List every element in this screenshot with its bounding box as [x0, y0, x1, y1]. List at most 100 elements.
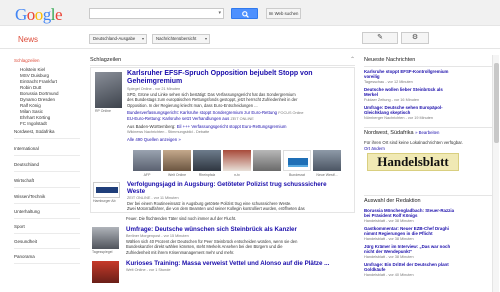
snippet-line: Zwei Motorradfahrer, die von dem Beamten…: [127, 206, 305, 212]
story-thumbnail[interactable]: [95, 72, 122, 108]
view-select[interactable]: Nachrichtenübersicht ▾: [152, 34, 210, 44]
editor-link-cont[interactable]: nimmt Regierungen in die Pflicht: [364, 231, 433, 236]
top-bar: Google ▾ Im Web suchen: [0, 0, 500, 26]
search-button[interactable]: [231, 8, 258, 19]
snippet-line: Feuer. Die flüchtenden Täter sind noch i…: [126, 216, 237, 221]
sidebar-divider: [14, 203, 80, 204]
sidebar-item[interactable]: Wissen/Technik: [14, 194, 45, 199]
sidebar-item[interactable]: FC Ingolstadt: [20, 121, 47, 126]
scrollbar-thumb[interactable]: [494, 63, 499, 143]
logo-letter: g: [42, 5, 52, 24]
edition-select[interactable]: Deutschland-Ausgabe ▾: [89, 34, 147, 44]
latest-news-source: Tagesschau - vor 12 Minuten: [364, 80, 413, 84]
sidebar-item[interactable]: Holstein Kiel: [20, 67, 45, 72]
story-headline[interactable]: Umfrage: Deutsche wünschen sich Steinbrü…: [126, 226, 297, 233]
strip-image[interactable]: [133, 150, 161, 171]
sidebar-item[interactable]: Deutschland: [14, 162, 39, 167]
handelsblatt-logo[interactable]: Handelsblatt: [367, 153, 459, 171]
strip-image[interactable]: [313, 150, 341, 171]
editor-link-cont[interactable]: nicht der Wendepunkt“: [364, 249, 412, 254]
editor-link-cont[interactable]: bei Präsident Rolf Königs: [364, 213, 417, 218]
region-heading: Nordwest, Südafrika » Bearbeiten: [364, 130, 439, 136]
strip-image[interactable]: [193, 150, 221, 171]
related-source: FOCUS Online: [278, 111, 304, 115]
regional-article[interactable]: Aus Baden-Württemberg: Eil +++ Verfassun…: [127, 124, 286, 129]
latest-news-link-cont[interactable]: Gleichklang skeptisch: [364, 110, 410, 115]
related-article[interactable]: Bundesverfassungsgericht: Karlsruhe stop…: [127, 110, 304, 115]
strip-caption: Bundesrat: [289, 173, 305, 177]
story-headline-cont[interactable]: Geheimgremium: [127, 78, 182, 85]
region-edit-link[interactable]: » Bearbeiten: [415, 130, 439, 135]
search-input[interactable]: ▾: [89, 8, 224, 19]
sidebar-item[interactable]: MSV Duisburg: [20, 73, 49, 78]
related-link[interactable]: EU-Euro-Rettung: Karlsruhe setzt Verhand…: [127, 116, 229, 121]
sidebar-divider: [14, 187, 80, 188]
sidebar-item[interactable]: Wirtschaft: [14, 178, 34, 183]
strip-caption: Neue Westf...: [316, 173, 338, 177]
sidebar-item[interactable]: Ehrhart Körting: [20, 115, 50, 120]
story-headline[interactable]: Verfolgungsjagd in Augsburg: Getöteter P…: [127, 181, 327, 188]
page-scrollbar[interactable]: [492, 55, 499, 292]
latest-news-link-cont[interactable]: voreilig: [364, 74, 380, 79]
story-source: Welt Online - vor 1 Stunde: [126, 268, 171, 272]
chevron-down-icon: ▾: [141, 36, 144, 41]
sidebar-divider: [14, 171, 80, 172]
story-headline-cont[interactable]: Weste: [127, 188, 145, 195]
story-thumbnail[interactable]: [93, 182, 120, 198]
sidebar-item[interactable]: Panorama: [14, 254, 35, 259]
strip-caption: AFP: [143, 173, 151, 177]
chevron-up-icon[interactable]: ⌃: [350, 55, 355, 66]
story-snippet: SPD, Grüne und Linke sehen sich bestätig…: [127, 92, 353, 108]
sidebar-item[interactable]: Borussia Dortmund: [20, 91, 59, 96]
story-thumbnail[interactable]: [92, 227, 119, 249]
web-search-button[interactable]: Im Web suchen: [266, 8, 301, 19]
thumbnail-caption: RP Online: [95, 109, 111, 113]
sidebar-item[interactable]: International: [14, 146, 39, 151]
related-article[interactable]: EU-Euro-Rettung: Karlsruhe setzt Verhand…: [127, 116, 254, 121]
page-title[interactable]: News: [18, 35, 38, 44]
sidebar-item[interactable]: Dynamo Dresden: [20, 97, 55, 102]
change-location-link[interactable]: Ort ändern: [364, 146, 385, 151]
related-link[interactable]: Bundesverfassungsgericht: Karlsruhe stop…: [127, 110, 277, 115]
story-source: Berliner Morgenpost - vor 15 Minuten: [126, 234, 189, 238]
sidebar-item[interactable]: Schlagzeilen: [14, 58, 40, 63]
sidebar-divider: [14, 138, 80, 139]
sidebar-item[interactable]: Eintracht Frankfurt: [20, 79, 57, 84]
sidebar-item[interactable]: Unterhaltung: [14, 209, 40, 214]
story-headline[interactable]: Kurioses Training: Massa verweist Vettel…: [126, 260, 329, 267]
logo-letter: o: [26, 5, 36, 24]
csu-logo-image[interactable]: [283, 150, 311, 171]
sidebar-item[interactable]: Gesundheit: [14, 239, 37, 244]
latest-news-source: Nürnberger Nachrichten - vor 19 Minuten: [364, 116, 434, 120]
editors-pick-heading: Auswahl der Redaktion: [364, 198, 421, 204]
sidebar-item[interactable]: Robin Dutt: [20, 85, 41, 90]
sidebar-divider: [14, 248, 80, 249]
logo-letter: o: [34, 5, 44, 24]
edit-button[interactable]: ✎: [362, 32, 398, 44]
sidebar-item[interactable]: Sport: [14, 224, 25, 229]
region-message: Für ihren Ort sind keine Lokalnachrichte…: [364, 140, 463, 145]
story-headline[interactable]: Karlsruher EFSF-Spruch Opposition bejube…: [127, 70, 313, 77]
editor-link-cont[interactable]: Goldkäufe: [364, 267, 385, 272]
google-logo[interactable]: Google: [15, 5, 63, 25]
sidebar-item[interactable]: Ralf König: [20, 103, 41, 108]
top-story: RP Online Karlsruher EFSF-Spruch Opposit…: [90, 67, 355, 213]
latest-news-link-cont[interactable]: Merkel: [364, 92, 378, 97]
regional-link[interactable]: Eil +++ Verfassungsgericht stoppt Euro-R…: [177, 124, 287, 129]
regional-source: Wikinews Nachrichten - Stimmungsbild - D…: [127, 130, 210, 134]
editor-source: Handelsblatt - vor 38 Minuten: [364, 237, 414, 241]
sidebar-item[interactable]: Milan Sasic: [20, 109, 43, 114]
story-thumbnail[interactable]: [92, 261, 119, 283]
strip-image[interactable]: [223, 150, 251, 171]
sidebar-item[interactable]: Nordwest, Südafrika: [14, 129, 55, 134]
all-sources-link[interactable]: Alle 490 Quellen anzeigen »: [127, 137, 181, 142]
divider: [364, 127, 492, 128]
strip-image[interactable]: [253, 150, 281, 171]
story-snippet-cont: Feuer. Die flüchtenden Täter sind noch i…: [126, 216, 352, 221]
logo-graphic: [288, 158, 308, 167]
regional-label: Aus Baden-Württemberg:: [127, 124, 176, 129]
dropdown-arrow-icon[interactable]: ▾: [218, 10, 221, 16]
strip-image[interactable]: [163, 150, 191, 171]
editor-source: Handelsblatt - vor 38 Minuten: [364, 255, 414, 259]
settings-button[interactable]: ⚙: [401, 32, 429, 44]
